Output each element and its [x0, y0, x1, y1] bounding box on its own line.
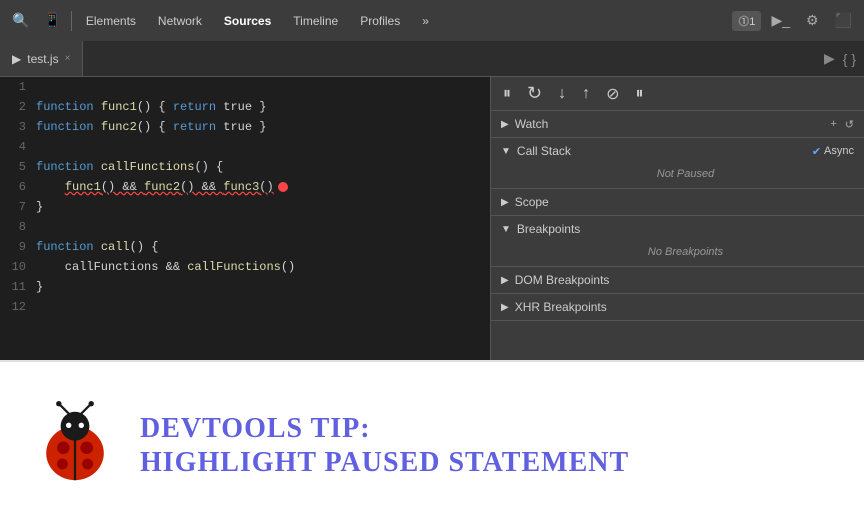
- watch-label: Watch: [515, 117, 549, 131]
- file-tabbar: ▶ test.js × ▶ { }: [0, 41, 864, 77]
- close-tab-icon[interactable]: ×: [65, 53, 71, 64]
- debug-toolbar: ⏸ ↻ ↓ ↑ ⊘ ⏸: [491, 77, 864, 111]
- code-line-12: 12: [0, 297, 490, 317]
- step-refresh-button[interactable]: ↻: [523, 81, 546, 106]
- tab-profiles[interactable]: Profiles: [350, 10, 410, 32]
- promo-title-line1: DevTools Tip:: [140, 412, 629, 446]
- scope-label: Scope: [515, 195, 549, 209]
- breakpoints-section: ▼ Breakpoints No Breakpoints: [491, 216, 864, 267]
- watch-add-btn[interactable]: +: [830, 118, 836, 130]
- toolbar-right: ⓵1 ▶_ ⚙ ⬛: [732, 8, 858, 33]
- code-line-7: 7 }: [0, 197, 490, 217]
- dom-breakpoints-section: ▶ DOM Breakpoints: [491, 267, 864, 294]
- callstack-status: Not Paused: [657, 168, 714, 180]
- breakpoints-status: No Breakpoints: [648, 246, 723, 258]
- watch-refresh-btn[interactable]: ↺: [845, 118, 854, 131]
- dom-breakpoints-arrow: ▶: [501, 275, 509, 286]
- deactivate-button[interactable]: ⊘: [602, 82, 623, 106]
- async-label: Async: [824, 145, 854, 157]
- breakpoints-header[interactable]: ▼ Breakpoints: [491, 216, 864, 242]
- search-icon[interactable]: 🔍: [6, 8, 35, 33]
- filename-label: test.js: [27, 52, 58, 66]
- tab-sources[interactable]: Sources: [214, 10, 281, 32]
- code-line-2: 2 function func1() { return true }: [0, 97, 490, 117]
- promo-title-line2: Highlight Paused Statement: [140, 446, 629, 480]
- format-icon[interactable]: { }: [843, 51, 856, 67]
- callstack-body: Not Paused: [491, 164, 864, 188]
- watch-controls: + ↺: [830, 118, 854, 131]
- watch-arrow: ▶: [501, 119, 509, 130]
- play-icon: ▶: [12, 52, 21, 66]
- scope-arrow: ▶: [501, 197, 509, 208]
- dom-breakpoints-label: DOM Breakpoints: [515, 273, 610, 287]
- breakpoints-arrow: ▼: [501, 224, 511, 235]
- ladybug-icon: [30, 401, 120, 491]
- code-line-5: 5 function callFunctions() {: [0, 157, 490, 177]
- code-line-11: 11 }: [0, 277, 490, 297]
- code-line-9: 9 function call() {: [0, 237, 490, 257]
- divider: [71, 11, 72, 31]
- xhr-breakpoints-arrow: ▶: [501, 302, 509, 313]
- async-toggle[interactable]: ✔ Async: [812, 145, 854, 158]
- promo-text: DevTools Tip: Highlight Paused Statement: [140, 412, 629, 479]
- run-icon[interactable]: ▶: [824, 50, 835, 67]
- promo-area: DevTools Tip: Highlight Paused Statement: [0, 360, 864, 530]
- dock-icon[interactable]: ⬛: [829, 8, 858, 33]
- file-tab-testjs[interactable]: ▶ test.js ×: [0, 41, 83, 76]
- main-area: 1 2 function func1() { return true } 3 f…: [0, 77, 864, 360]
- settings-icon[interactable]: ⚙: [800, 8, 825, 33]
- code-line-3: 3 function func2() { return true }: [0, 117, 490, 137]
- xhr-breakpoints-section: ▶ XHR Breakpoints: [491, 294, 864, 321]
- callstack-label: Call Stack: [517, 144, 571, 158]
- breakpoints-body: No Breakpoints: [491, 242, 864, 266]
- xhr-breakpoints-header[interactable]: ▶ XHR Breakpoints: [491, 294, 864, 320]
- code-line-6: 6 func1() && func2() && func3(): [0, 177, 490, 197]
- code-line-4: 4: [0, 137, 490, 157]
- code-line-10: 10 callFunctions && callFunctions(): [0, 257, 490, 277]
- tab-network[interactable]: Network: [148, 10, 212, 32]
- xhr-breakpoints-label: XHR Breakpoints: [515, 300, 607, 314]
- scope-header[interactable]: ▶ Scope: [491, 189, 864, 215]
- code-panel[interactable]: 1 2 function func1() { return true } 3 f…: [0, 77, 490, 360]
- watch-header[interactable]: ▶ Watch + ↺: [491, 111, 864, 137]
- resume-button[interactable]: ⏸: [632, 83, 648, 105]
- debug-panel: ⏸ ↻ ↓ ↑ ⊘ ⏸ ▶ Watch + ↺ ▼ Call Stack: [490, 77, 864, 360]
- callstack-controls: ✔ Async: [812, 145, 854, 158]
- code-line-8: 8: [0, 217, 490, 237]
- pause-button[interactable]: ⏸: [499, 83, 515, 105]
- file-tab-controls: ▶ { }: [824, 50, 864, 67]
- tab-elements[interactable]: Elements: [76, 10, 146, 32]
- callstack-section: ▼ Call Stack ✔ Async Not Paused: [491, 138, 864, 189]
- scope-section: ▶ Scope: [491, 189, 864, 216]
- code-line-1: 1: [0, 77, 490, 97]
- callstack-header[interactable]: ▼ Call Stack ✔ Async: [491, 138, 864, 164]
- console-icon[interactable]: ▶_: [765, 8, 796, 33]
- error-badge[interactable]: ⓵1: [732, 11, 761, 31]
- step-over-button[interactable]: ↓: [554, 83, 570, 105]
- breakpoints-label: Breakpoints: [517, 222, 580, 236]
- step-into-button[interactable]: ↑: [578, 83, 594, 105]
- devtools-toolbar: 🔍 📱 Elements Network Sources Timeline Pr…: [0, 0, 864, 41]
- mobile-icon[interactable]: 📱: [37, 8, 66, 33]
- watch-section: ▶ Watch + ↺: [491, 111, 864, 138]
- dom-breakpoints-header[interactable]: ▶ DOM Breakpoints: [491, 267, 864, 293]
- tab-timeline[interactable]: Timeline: [283, 10, 348, 32]
- tab-more[interactable]: »: [412, 10, 439, 32]
- callstack-arrow: ▼: [501, 146, 511, 157]
